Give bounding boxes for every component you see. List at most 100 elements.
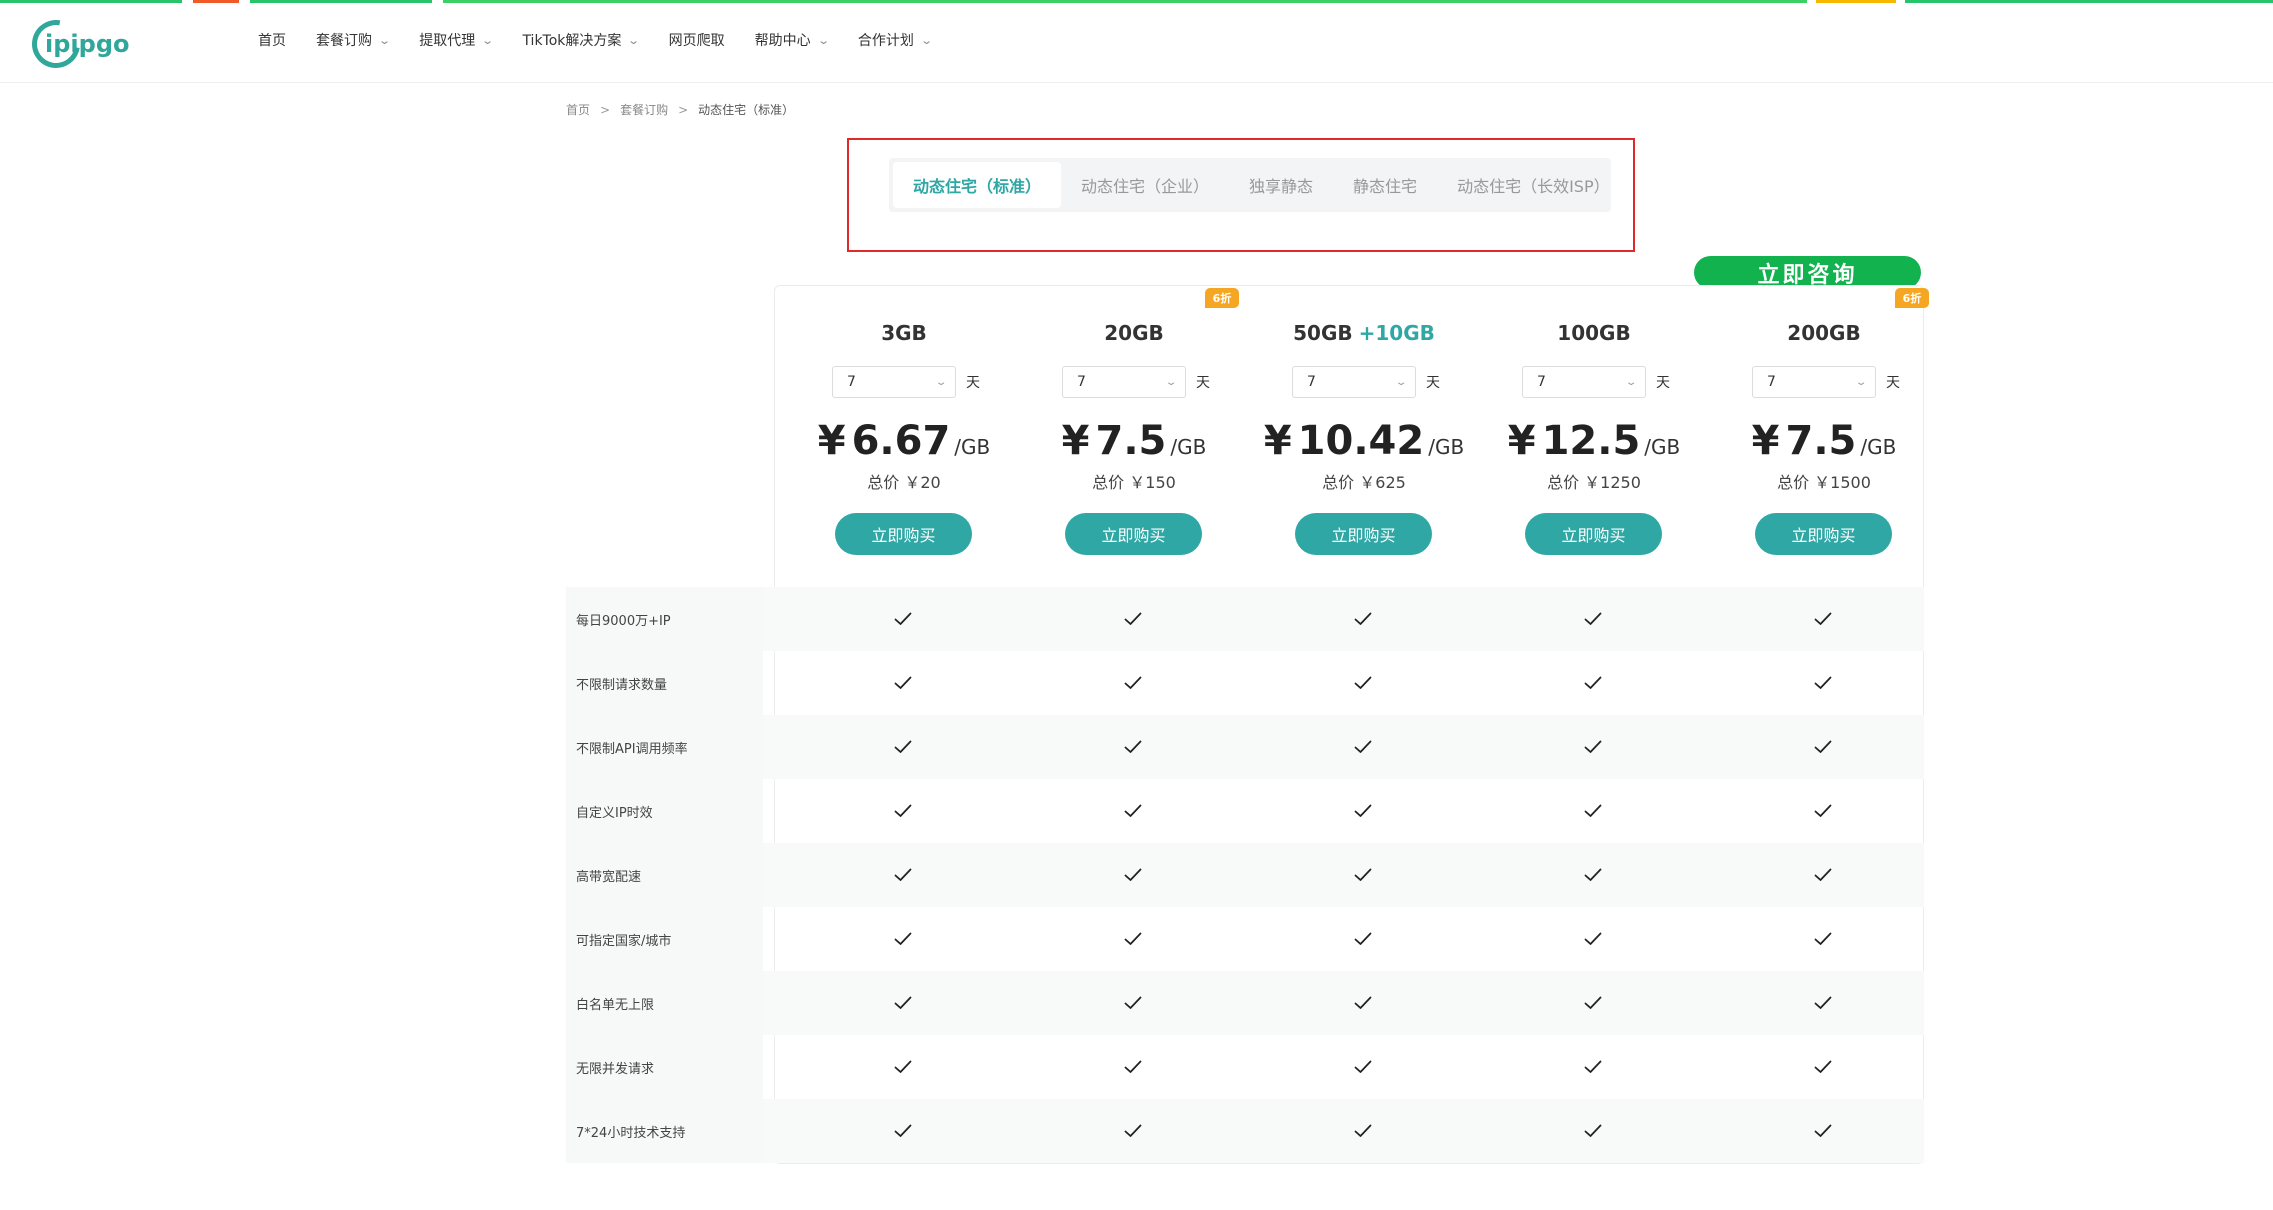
total-price: 总价 ￥1250: [1547, 473, 1641, 492]
plan-title: 20GB: [1019, 321, 1249, 345]
checkmark-icon: [1478, 971, 1708, 1035]
breadcrumb-package-order[interactable]: 套餐订购: [620, 101, 668, 118]
duration-select[interactable]: 7 ⌄: [1292, 366, 1416, 398]
checkmark-icon: [788, 971, 1018, 1035]
feature-label: 无限并发请求: [566, 1035, 763, 1099]
checkmark-icon: [1018, 1099, 1248, 1163]
duration-value: 7: [1077, 374, 1086, 390]
checkmark-icon: [1248, 907, 1478, 971]
checkmark-icon: [788, 779, 1018, 843]
nav-item-label: 提取代理: [419, 33, 476, 49]
feature-row: 白名单无上限: [566, 971, 1924, 1035]
logo-text: ipipgo: [45, 30, 130, 58]
price-value: 10.42: [1297, 418, 1425, 464]
price-value: 6.67: [851, 418, 951, 464]
unit-price: ¥12.5/GB: [1479, 418, 1709, 464]
tab-product[interactable]: 独享静态: [1229, 162, 1333, 208]
checkmark-icon: [1248, 587, 1478, 651]
plan-column: 3GB 7 ⌄ 天 ¥6.67/GB 总价 ￥20 立即购买: [789, 286, 1019, 586]
day-unit-label: 天: [1196, 375, 1210, 391]
feature-row: 不限制请求数量: [566, 651, 1924, 715]
price-value: 7.5: [1785, 418, 1857, 464]
price-value: 12.5: [1541, 418, 1641, 464]
checkmark-icon: [1708, 779, 1938, 843]
nav-item[interactable]: TikTok解决方案 ⌄: [522, 30, 641, 50]
duration-value: 7: [847, 374, 856, 390]
feature-row: 不限制API调用频率: [566, 715, 1924, 779]
checkmark-icon: [788, 715, 1018, 779]
price-unit: /GB: [1428, 435, 1465, 459]
duration-select[interactable]: 7 ⌄: [1752, 366, 1876, 398]
feature-label: 高带宽配速: [566, 843, 763, 907]
nav-item[interactable]: 套餐订购 ⌄: [316, 30, 391, 50]
checkmark-icon: [1018, 651, 1248, 715]
nav-item[interactable]: 提取代理 ⌄: [419, 30, 495, 50]
checkmark-icon: [788, 587, 1018, 651]
breadcrumb-separator: >: [600, 102, 611, 117]
chevron-down-icon: ⌄: [627, 33, 641, 47]
tab-product[interactable]: 动态住宅（标准）: [893, 162, 1062, 208]
buy-now-button[interactable]: 立即购买: [835, 513, 972, 555]
unit-price: ¥6.67/GB: [789, 418, 1019, 464]
checkmark-icon: [1248, 715, 1478, 779]
currency-symbol: ¥: [1751, 418, 1780, 464]
nav-item[interactable]: 合作计划 ⌄: [857, 30, 933, 50]
feature-row: 每日9000万+IP: [566, 587, 1924, 651]
checkmark-icon: [1018, 907, 1248, 971]
nav-item-label: 套餐订购: [316, 33, 372, 49]
tab-product[interactable]: 静态住宅: [1333, 162, 1437, 208]
checkmark-icon: [1248, 1035, 1478, 1099]
plan-column: 50GB +10GB 7 ⌄ 天 ¥10.42/GB 总价 ￥625 立即购买: [1249, 286, 1479, 586]
breadcrumb-separator: >: [678, 102, 689, 117]
currency-symbol: ¥: [1263, 418, 1292, 464]
checkmark-icon: [788, 843, 1018, 907]
duration-select[interactable]: 7 ⌄: [832, 366, 956, 398]
checkmark-icon: [1708, 1035, 1938, 1099]
buy-now-button[interactable]: 立即购买: [1295, 513, 1432, 555]
breadcrumb-home[interactable]: 首页: [566, 101, 590, 118]
checkmark-icon: [1708, 971, 1938, 1035]
nav-item[interactable]: 首页: [258, 30, 286, 50]
buy-now-button[interactable]: 立即购买: [1525, 513, 1662, 555]
feature-label: 7*24小时技术支持: [566, 1099, 763, 1163]
checkmark-icon: [1478, 715, 1708, 779]
duration-select[interactable]: 7 ⌄: [1522, 366, 1646, 398]
feature-label: 自定义IP时效: [566, 779, 763, 843]
chevron-down-icon: ⌄: [816, 33, 830, 47]
nav-item-label: 网页爬取: [668, 33, 725, 49]
total-price: 总价 ￥150: [1092, 473, 1176, 492]
nav-item[interactable]: 帮助中心 ⌄: [755, 30, 830, 50]
chevron-down-icon: ⌄: [920, 33, 933, 47]
tab-product[interactable]: 动态住宅（长效ISP）: [1437, 162, 1630, 208]
total-price: 总价 ￥1500: [1777, 473, 1871, 492]
duration-select[interactable]: 7 ⌄: [1062, 366, 1186, 398]
duration-value: 7: [1537, 374, 1546, 390]
discount-badge: 6折: [1895, 288, 1929, 308]
ipipgo-logo[interactable]: ipipgo: [22, 10, 129, 78]
tab-product[interactable]: 动态住宅（企业）: [1061, 162, 1229, 208]
checkmark-icon: [1478, 1099, 1708, 1163]
plan-size: 3GB: [881, 321, 927, 345]
buy-now-button[interactable]: 立即购买: [1755, 513, 1892, 555]
checkmark-icon: [1018, 1035, 1248, 1099]
currency-symbol: ¥: [817, 418, 846, 464]
price-value: 7.5: [1095, 418, 1167, 464]
chevron-down-icon: ⌄: [934, 376, 948, 388]
chevron-down-icon: ⌄: [1624, 376, 1638, 388]
nav-item[interactable]: 网页爬取: [669, 30, 725, 50]
checkmark-icon: [1478, 907, 1708, 971]
unit-price: ¥7.5/GB: [1709, 418, 1939, 464]
checkmark-icon: [788, 907, 1018, 971]
buy-now-button[interactable]: 立即购买: [1065, 513, 1202, 555]
duration-value: 7: [1307, 374, 1316, 390]
day-unit-label: 天: [966, 375, 980, 391]
checkmark-icon: [1018, 715, 1248, 779]
checkmark-icon: [1708, 843, 1938, 907]
checkmark-icon: [1478, 1035, 1708, 1099]
nav-item-label: 合作计划: [857, 33, 914, 49]
plan-column: 6折 200GB 7 ⌄ 天 ¥7.5/GB 总价 ￥1500 立即购买: [1709, 286, 1939, 586]
duration-selector: 7 ⌄ 天: [1522, 366, 1670, 398]
chevron-down-icon: ⌄: [481, 33, 495, 47]
plan-size: 50GB: [1293, 321, 1353, 345]
checkmark-icon: [788, 1035, 1018, 1099]
